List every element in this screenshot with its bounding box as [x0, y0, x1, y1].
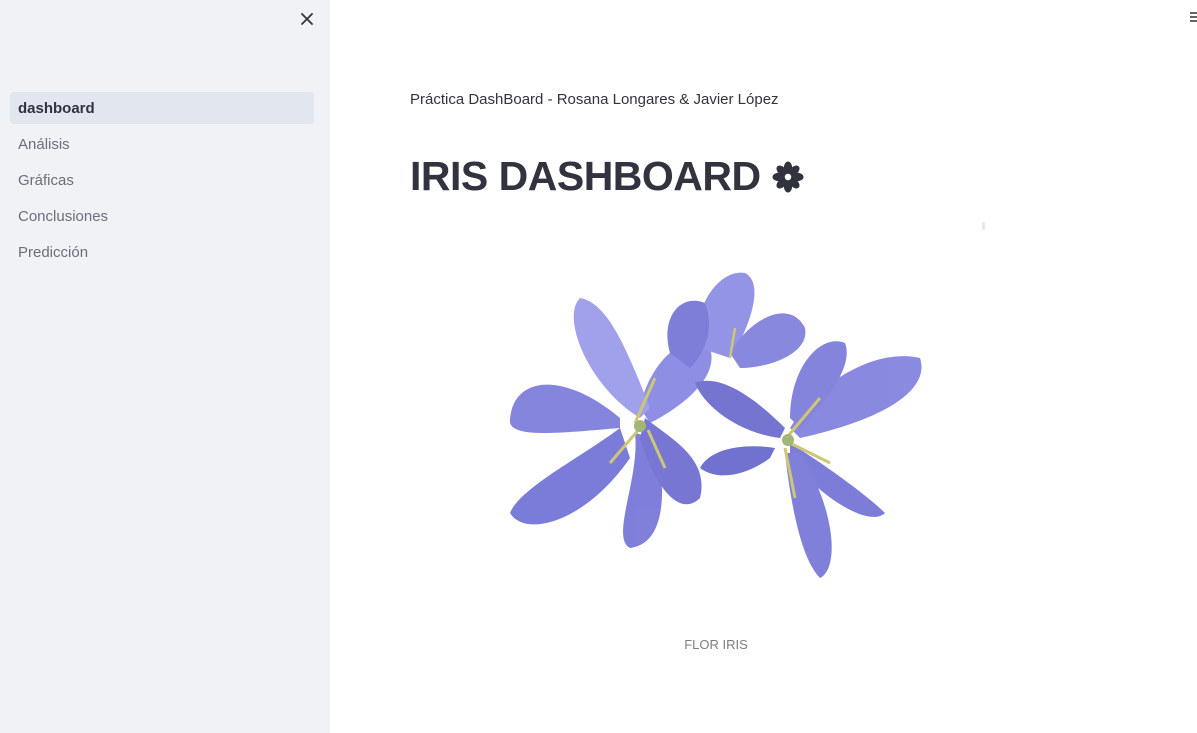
- sidebar-item-label: Análisis: [18, 135, 70, 153]
- image-caption: FLOR IRIS: [684, 637, 748, 652]
- sidebar-item-dashboard[interactable]: dashboard: [10, 92, 314, 124]
- page-title: IRIS DASHBOARD: [410, 153, 805, 200]
- sidebar-item-analisis[interactable]: Análisis: [10, 128, 314, 160]
- sidebar: dashboard Análisis Gráficas Conclusiones…: [0, 0, 330, 733]
- iris-flower-image: [490, 258, 940, 593]
- blossom-icon: [772, 161, 804, 192]
- sidebar-item-label: dashboard: [18, 99, 95, 117]
- sidebar-item-label: Conclusiones: [18, 207, 109, 225]
- sidebar-item-prediccion[interactable]: Predicción: [10, 236, 314, 268]
- sidebar-item-label: Predicción: [18, 243, 89, 261]
- sidebar-item-label: Gráficas: [18, 171, 74, 189]
- page-subtitle: Práctica DashBoard - Rosana Longares & J…: [410, 91, 779, 108]
- main-content: Práctica DashBoard - Rosana Longares & J…: [330, 0, 1197, 733]
- hamburger-menu-button[interactable]: [1188, 10, 1197, 24]
- page-title-text: IRIS DASHBOARD: [410, 153, 761, 199]
- sidebar-item-graficas[interactable]: Gráficas: [10, 164, 314, 196]
- close-icon: [301, 13, 313, 25]
- hamburger-menu-icon: [1190, 12, 1197, 22]
- decorative-mark: [982, 222, 985, 230]
- close-sidebar-button[interactable]: [296, 8, 318, 30]
- sidebar-nav: dashboard Análisis Gráficas Conclusiones…: [10, 92, 314, 272]
- app-window: dashboard Análisis Gráficas Conclusiones…: [0, 0, 1197, 733]
- sidebar-item-conclusiones[interactable]: Conclusiones: [10, 200, 314, 232]
